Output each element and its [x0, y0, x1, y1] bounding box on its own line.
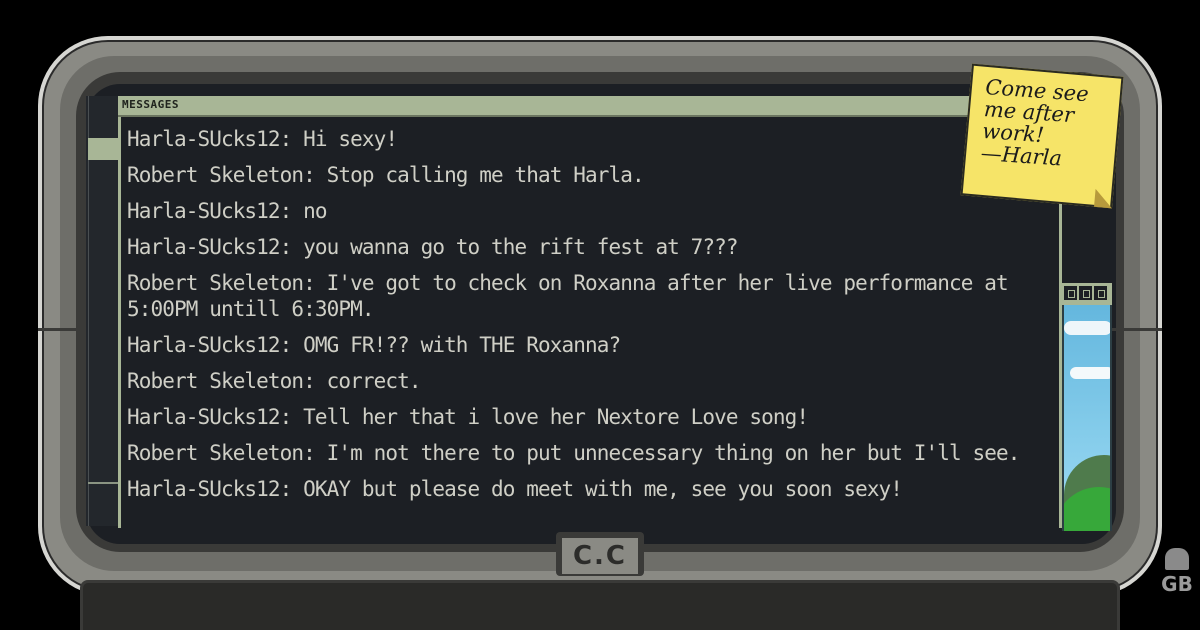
maximize-icon[interactable] — [1079, 286, 1092, 300]
message-item: Robert Skeleton: correct. — [127, 369, 421, 393]
sidebar-panel — [86, 96, 118, 526]
minimize-icon[interactable] — [1064, 286, 1077, 300]
message-list: Harla-SUcks12: Hi sexy! Robert Skeleton:… — [127, 126, 1047, 512]
message-item: Robert Skeleton: I'm not there to put un… — [127, 441, 1020, 465]
bezel-seam-left — [38, 328, 90, 331]
cloud — [1070, 367, 1110, 379]
cloud — [1064, 321, 1110, 335]
creator-logo: GB — [1158, 548, 1196, 614]
message-item: Robert Skeleton: I've got to check on Ro… — [127, 271, 1009, 321]
scrollbar-thumb[interactable] — [88, 138, 118, 160]
message-item: Harla-SUcks12: you wanna go to the rift … — [127, 235, 739, 259]
landscape-window-titlebar[interactable] — [1062, 283, 1112, 305]
message-item: Harla-SUcks12: OMG FR!?? with THE Roxann… — [127, 333, 621, 357]
message-item: Harla-SUcks12: Tell her that i love her … — [127, 405, 809, 429]
messages-title: MESSAGES — [122, 98, 179, 111]
monitor-base — [80, 580, 1120, 630]
sidebar-divider — [88, 96, 89, 526]
monitor-badge-text: C.C — [562, 538, 638, 574]
creator-logo-text: GB — [1161, 572, 1193, 596]
message-item: Harla-SUcks12: no — [127, 199, 328, 223]
hat-icon — [1165, 548, 1189, 570]
sticky-fold-corner — [1094, 188, 1114, 209]
message-item: Harla-SUcks12: Hi sexy! — [127, 127, 398, 151]
scrollbar-marker — [88, 482, 118, 484]
close-icon[interactable] — [1094, 286, 1107, 300]
landscape-image — [1064, 305, 1110, 531]
messages-titlebar[interactable]: MESSAGES — [118, 96, 988, 117]
sticky-note-text: Come see me after work! —Harla — [980, 75, 1116, 173]
message-item: Robert Skeleton: Stop calling me that Ha… — [127, 163, 645, 187]
bezel-seam-right — [1112, 328, 1162, 331]
message-item: Harla-SUcks12: OKAY but please do meet w… — [127, 477, 903, 501]
sticky-note[interactable]: Come see me after work! —Harla — [960, 63, 1124, 209]
